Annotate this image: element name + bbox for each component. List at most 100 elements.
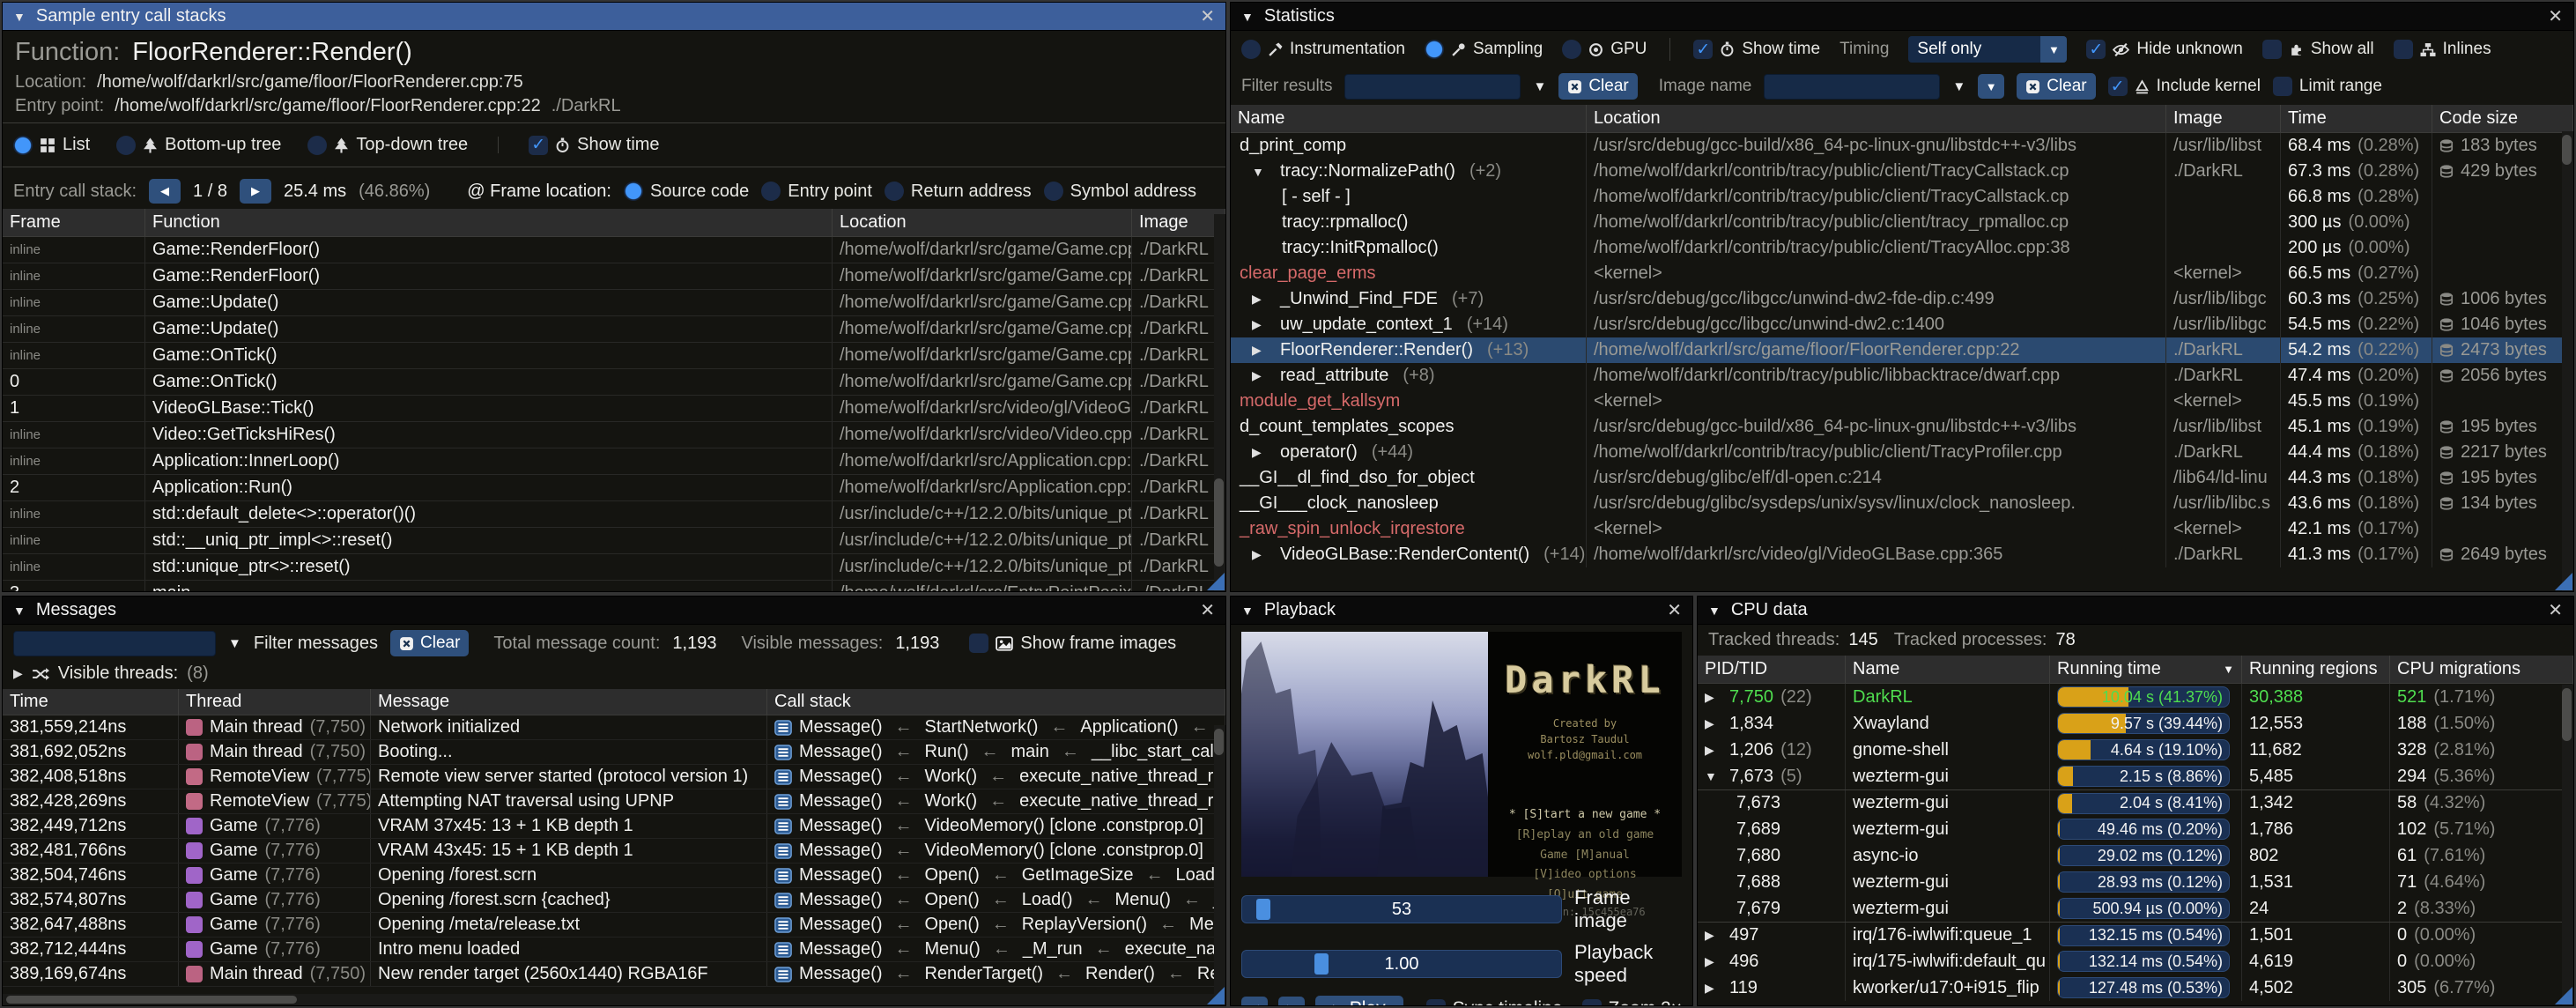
col-header-running-regions[interactable]: Running regions [2242,656,2390,683]
callstack-frame[interactable]: __libc_start_call_ [1092,742,1225,762]
callstack-frame[interactable]: Message() [799,742,882,762]
callstack-frame[interactable]: Message() [799,767,882,787]
col-header-name[interactable]: Name [1231,105,1587,132]
table-row[interactable]: ▶VideoGLBase::RenderContent()(+14)/home/… [1231,542,2573,567]
callstack-frame[interactable]: Message() [799,865,882,886]
callstack-frame[interactable]: RenderTarget() [924,964,1043,984]
table-row[interactable]: 3main/home/wolf/darkrl/src/EntryPointPos… [3,581,1225,591]
table-row[interactable]: inlineGame::Update()/home/wolf/darkrl/sr… [3,290,1225,316]
table-row[interactable]: 0Game::OnTick()/home/wolf/darkrl/src/gam… [3,369,1225,396]
message-filter-input[interactable] [13,631,216,656]
scrollbar-thumb[interactable] [1214,729,1224,755]
callstack-icon[interactable] [774,893,792,908]
sync-timeline-checkbox[interactable]: ✓Sync timeline [1426,998,1563,1006]
callstack-frame[interactable]: VideoMemory() [clone .constprop.0] [924,816,1203,836]
table-row[interactable]: ▶119kworker/u17:0+i915_flip127.48 ms (0.… [1698,975,2573,1001]
table-row[interactable]: 382,647,488nsGame(7,776)Opening /meta/re… [3,913,1225,938]
table-row[interactable]: inlineGame::OnTick()/home/wolf/darkrl/sr… [3,343,1225,369]
hide-unknown-checkbox[interactable]: ✓Hide unknown [2086,40,2242,59]
col-header-name[interactable]: Name [1846,656,2050,683]
filter-funnel-icon[interactable]: ▼ [1952,79,1965,94]
callstack-frame[interactable]: Render() [1085,964,1155,984]
collapse-icon[interactable]: ▼ [1241,10,1254,24]
callstack-frame[interactable]: Application() [1080,717,1178,737]
include-kernel-checkbox[interactable]: ✓Include kernel [2108,77,2261,96]
table-row[interactable]: 382,574,807nsGame(7,776)Opening /forest.… [3,888,1225,913]
table-row[interactable]: ▶1,834Xwayland9.57 s (39.44%)12,553188(1… [1698,710,2573,737]
expand-arrow-icon[interactable]: ▶ [1705,928,1722,943]
expand-arrow-icon[interactable]: ▶ [1252,368,1273,383]
table-row[interactable]: 1VideoGLBase::Tick()/home/wolf/darkrl/sr… [3,396,1225,422]
table-row[interactable]: 382,712,444nsGame(7,776)Intro menu loade… [3,938,1225,962]
table-row[interactable]: 2Application::Run()/home/wolf/darkrl/src… [3,475,1225,501]
mode-sampling[interactable]: Sampling [1425,40,1543,59]
table-row[interactable]: 389,169,674nsMain thread(7,750)New rende… [3,962,1225,987]
image-dropdown-button[interactable]: ▼ [1978,74,2004,99]
table-row[interactable]: 7,689wezterm-gui49.46 ms (0.20%)1,786102… [1698,816,2573,842]
callstack-frame[interactable]: StartNetwork() [924,717,1038,737]
expand-arrow-icon[interactable]: ▶ [1705,981,1722,996]
close-icon[interactable]: ✕ [2548,5,2563,27]
panel-titlebar[interactable]: ▼ Statistics ✕ [1231,3,2573,31]
table-row[interactable]: clear_page_erms<kernel><kernel>66.5 ms(0… [1231,261,2573,286]
expand-arrow-icon[interactable]: ▶ [1252,547,1273,562]
table-row[interactable]: 382,504,746nsGame(7,776)Opening /forest.… [3,863,1225,888]
table-row[interactable]: ▶1,206(12)gnome-shell4.64 s (19.10%)11,6… [1698,737,2573,763]
table-row[interactable]: tracy::InitRpmalloc()/home/wolf/darkrl/c… [1231,235,2573,261]
callstack-frame[interactable]: Open() [924,890,979,910]
callstack-frame[interactable]: execute_native_thread_ro [1019,767,1223,787]
frame-loc-symbol[interactable]: Symbol address [1044,182,1196,202]
callstack-icon[interactable] [774,917,792,933]
callstack-frame[interactable]: Open() [924,865,979,886]
collapse-icon[interactable]: ▼ [1241,604,1254,618]
resize-grip[interactable] [1207,987,1225,1004]
table-row[interactable]: ▶497irq/176-iwlwifi:queue_1132.15 ms (0.… [1698,922,2573,948]
table-row[interactable]: tracy::rpmalloc()/home/wolf/darkrl/contr… [1231,210,2573,235]
image-name-input[interactable] [1764,74,1940,100]
clear-messages-button[interactable]: Clear [390,630,469,656]
expand-arrow-icon[interactable]: ▶ [1705,743,1722,758]
col-header-running-time[interactable]: Running time▼ [2050,656,2242,683]
show-all-checkbox[interactable]: ✓Show all [2262,40,2374,59]
table-row[interactable]: inlinestd::default_delete<>::operator()(… [3,501,1225,528]
callstack-frame[interactable]: Message() [799,915,882,935]
mode-gpu[interactable]: GPU [1562,40,1647,59]
prev-stack-button[interactable]: ◀ [149,179,181,204]
timing-dropdown[interactable]: Self only▼ [1908,36,2067,63]
play-button[interactable]: ▶Play [1315,996,1403,1006]
table-row[interactable]: [ - self - ]/home/wolf/darkrl/contrib/tr… [1231,184,2573,210]
view-mode-top-down[interactable]: Top-down tree [307,135,468,155]
table-row[interactable]: ▶read_attribute(+8)/home/wolf/darkrl/con… [1231,363,2573,389]
scrollbar-thumb[interactable] [2562,135,2572,165]
prev-frame-button[interactable]: ◀ [1241,997,1268,1006]
table-row[interactable]: inlineGame::RenderFloor()/home/wolf/dark… [3,237,1225,263]
callstack-icon[interactable] [774,769,792,785]
show-time-checkbox[interactable]: ✓Show time [529,135,659,155]
limit-range-checkbox[interactable]: ✓Limit range [2273,77,2382,96]
callstack-frame[interactable]: Menu() [924,939,980,960]
clear-filter-button[interactable]: Clear [1558,73,1637,100]
filter-funnel-icon[interactable]: ▼ [1533,79,1546,94]
callstack-icon[interactable] [774,794,792,810]
expand-arrow-icon[interactable]: ▶ [1252,343,1273,358]
table-row[interactable]: 382,481,766nsGame(7,776)VRAM 43x45: 15 +… [3,839,1225,863]
scrollbar-thumb[interactable] [1214,478,1224,567]
panel-titlebar[interactable]: ▼ Playback ✕ [1231,597,1692,625]
frame-loc-source[interactable]: Source code [624,182,749,202]
table-row[interactable]: 7,680async-io29.02 ms (0.12%)80261(7.61%… [1698,842,2573,869]
table-row[interactable]: 382,449,712nsGame(7,776)VRAM 37x45: 13 +… [3,814,1225,839]
table-row[interactable]: ▼tracy::NormalizePath()(+2)/home/wolf/da… [1231,159,2573,184]
collapse-icon[interactable]: ▼ [13,10,26,24]
callstack-frame[interactable]: Menu() [1115,890,1171,910]
table-row[interactable]: _raw_spin_unlock_irqrestore<kernel><kern… [1231,516,2573,542]
callstack-frame[interactable]: ReplayVersion() [1022,915,1147,935]
table-row[interactable]: 7,679wezterm-gui500.94 µs (0.00%)242(8.3… [1698,895,2573,922]
expand-arrow[interactable]: ▶ [13,666,23,681]
clear-image-button[interactable]: Clear [2017,73,2095,100]
callstack-frame[interactable]: main [1011,742,1049,762]
table-row[interactable]: inlineGame::Update()/home/wolf/darkrl/sr… [3,316,1225,343]
callstack-icon[interactable] [774,868,792,884]
callstack-icon[interactable] [774,720,792,736]
col-header-image[interactable]: Image [1132,209,1225,236]
callstack-frame[interactable]: Work() [924,767,977,787]
